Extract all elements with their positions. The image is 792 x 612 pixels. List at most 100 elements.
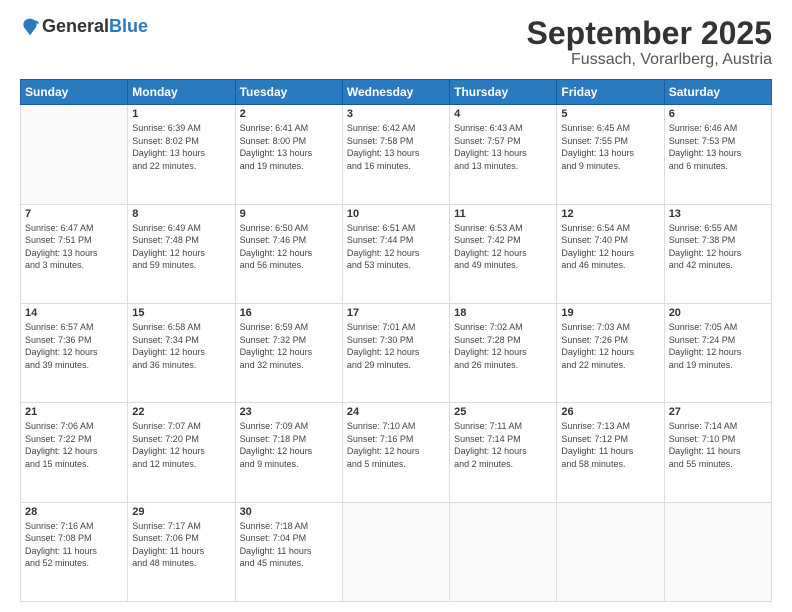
day-number: 26 <box>561 406 659 418</box>
day-number: 19 <box>561 307 659 319</box>
day-number: 22 <box>132 406 230 418</box>
table-row: 19 Sunrise: 7:03 AM Sunset: 7:26 PM Dayli… <box>557 303 664 402</box>
day-info: Sunrise: 6:53 AM Sunset: 7:42 PM Dayligh… <box>454 222 552 272</box>
day-info: Sunrise: 7:10 AM Sunset: 7:16 PM Dayligh… <box>347 420 445 470</box>
calendar-week-0: 1Sunrise: 6:39 AM Sunset: 8:02 PM Daylig… <box>21 105 772 204</box>
day-info: Sunrise: 6:49 AM Sunset: 7:48 PM Dayligh… <box>132 222 230 272</box>
table-row: 25 Sunrise: 7:11 AM Sunset: 7:14 PM Dayli… <box>450 403 557 502</box>
table-row: 4Sunrise: 6:43 AM Sunset: 7:57 PM Daylig… <box>450 105 557 204</box>
table-row: 20 Sunrise: 7:05 AM Sunset: 7:24 PM Dayli… <box>664 303 771 402</box>
day-info: Sunrise: 7:11 AM Sunset: 7:14 PM Dayligh… <box>454 420 552 470</box>
calendar-table: Sunday Monday Tuesday Wednesday Thursday… <box>20 79 772 602</box>
day-info: Sunrise: 6:41 AM Sunset: 8:00 PM Dayligh… <box>240 122 338 172</box>
table-row: 1Sunrise: 6:39 AM Sunset: 8:02 PM Daylig… <box>128 105 235 204</box>
col-friday: Friday <box>557 80 664 105</box>
month-title: September 2025 <box>527 16 772 51</box>
day-number: 16 <box>240 307 338 319</box>
day-info: Sunrise: 6:39 AM Sunset: 8:02 PM Dayligh… <box>132 122 230 172</box>
day-number: 17 <box>347 307 445 319</box>
table-row: 3 Sunrise: 6:42 AM Sunset: 7:58 PM Daylig… <box>342 105 449 204</box>
day-number: 11 <box>454 208 552 220</box>
day-info: Sunrise: 7:06 AM Sunset: 7:22 PM Dayligh… <box>25 420 123 470</box>
table-row: 24 Sunrise: 7:10 AM Sunset: 7:16 PM Dayli… <box>342 403 449 502</box>
table-row: 18 Sunrise: 7:02 AM Sunset: 7:28 PM Dayli… <box>450 303 557 402</box>
day-info: Sunrise: 7:13 AM Sunset: 7:12 PM Dayligh… <box>561 420 659 470</box>
day-info: Sunrise: 6:47 AM Sunset: 7:51 PM Dayligh… <box>25 222 123 272</box>
col-thursday: Thursday <box>450 80 557 105</box>
day-number: 12 <box>561 208 659 220</box>
table-row: 15 Sunrise: 6:58 AM Sunset: 7:34 PM Dayli… <box>128 303 235 402</box>
day-info: Sunrise: 7:03 AM Sunset: 7:26 PM Dayligh… <box>561 321 659 371</box>
day-info: Sunrise: 6:51 AM Sunset: 7:44 PM Dayligh… <box>347 222 445 272</box>
day-info: Sunrise: 7:02 AM Sunset: 7:28 PM Dayligh… <box>454 321 552 371</box>
day-number: 7 <box>25 208 123 220</box>
table-row: 27Sunrise: 7:14 AM Sunset: 7:10 PM Dayli… <box>664 403 771 502</box>
day-number: 15 <box>132 307 230 319</box>
table-row: 8 Sunrise: 6:49 AM Sunset: 7:48 PM Daylig… <box>128 204 235 303</box>
day-info: Sunrise: 7:09 AM Sunset: 7:18 PM Dayligh… <box>240 420 338 470</box>
table-row: 2Sunrise: 6:41 AM Sunset: 8:00 PM Daylig… <box>235 105 342 204</box>
day-info: Sunrise: 7:01 AM Sunset: 7:30 PM Dayligh… <box>347 321 445 371</box>
table-row: 5 Sunrise: 6:45 AM Sunset: 7:55 PM Daylig… <box>557 105 664 204</box>
table-row: 22Sunrise: 7:07 AM Sunset: 7:20 PM Dayli… <box>128 403 235 502</box>
calendar-week-1: 7 Sunrise: 6:47 AM Sunset: 7:51 PM Daylig… <box>21 204 772 303</box>
day-number: 18 <box>454 307 552 319</box>
logo-text: GeneralBlue <box>42 16 148 37</box>
table-row: 9Sunrise: 6:50 AM Sunset: 7:46 PM Daylig… <box>235 204 342 303</box>
table-row: 13Sunrise: 6:55 AM Sunset: 7:38 PM Dayli… <box>664 204 771 303</box>
col-saturday: Saturday <box>664 80 771 105</box>
calendar-header-row: Sunday Monday Tuesday Wednesday Thursday… <box>21 80 772 105</box>
day-number: 30 <box>240 506 338 518</box>
header: GeneralBlue September 2025 Fussach, Vora… <box>20 16 772 69</box>
day-info: Sunrise: 7:16 AM Sunset: 7:08 PM Dayligh… <box>25 520 123 570</box>
col-sunday: Sunday <box>21 80 128 105</box>
table-row: 7 Sunrise: 6:47 AM Sunset: 7:51 PM Daylig… <box>21 204 128 303</box>
location-title: Fussach, Vorarlberg, Austria <box>527 51 772 69</box>
day-number: 6 <box>669 108 767 120</box>
day-info: Sunrise: 6:58 AM Sunset: 7:34 PM Dayligh… <box>132 321 230 371</box>
day-info: Sunrise: 6:42 AM Sunset: 7:58 PM Dayligh… <box>347 122 445 172</box>
day-number: 9 <box>240 208 338 220</box>
table-row: 29Sunrise: 7:17 AM Sunset: 7:06 PM Dayli… <box>128 502 235 601</box>
day-number: 3 <box>347 108 445 120</box>
logo-icon <box>20 17 40 37</box>
title-block: September 2025 Fussach, Vorarlberg, Aust… <box>527 16 772 69</box>
day-info: Sunrise: 6:43 AM Sunset: 7:57 PM Dayligh… <box>454 122 552 172</box>
table-row: 11 Sunrise: 6:53 AM Sunset: 7:42 PM Dayli… <box>450 204 557 303</box>
calendar-week-2: 14Sunrise: 6:57 AM Sunset: 7:36 PM Dayli… <box>21 303 772 402</box>
day-info: Sunrise: 6:45 AM Sunset: 7:55 PM Dayligh… <box>561 122 659 172</box>
table-row <box>557 502 664 601</box>
day-number: 13 <box>669 208 767 220</box>
day-number: 24 <box>347 406 445 418</box>
day-number: 20 <box>669 307 767 319</box>
page: GeneralBlue September 2025 Fussach, Vora… <box>0 0 792 612</box>
day-info: Sunrise: 7:18 AM Sunset: 7:04 PM Dayligh… <box>240 520 338 570</box>
table-row: 23 Sunrise: 7:09 AM Sunset: 7:18 PM Dayli… <box>235 403 342 502</box>
day-info: Sunrise: 6:54 AM Sunset: 7:40 PM Dayligh… <box>561 222 659 272</box>
day-info: Sunrise: 7:14 AM Sunset: 7:10 PM Dayligh… <box>669 420 767 470</box>
logo: GeneralBlue <box>20 16 148 37</box>
table-row <box>450 502 557 601</box>
day-number: 5 <box>561 108 659 120</box>
table-row: 14Sunrise: 6:57 AM Sunset: 7:36 PM Dayli… <box>21 303 128 402</box>
table-row: 6 Sunrise: 6:46 AM Sunset: 7:53 PM Daylig… <box>664 105 771 204</box>
day-number: 25 <box>454 406 552 418</box>
day-number: 8 <box>132 208 230 220</box>
table-row <box>342 502 449 601</box>
day-number: 14 <box>25 307 123 319</box>
table-row <box>664 502 771 601</box>
day-number: 21 <box>25 406 123 418</box>
table-row: 28 Sunrise: 7:16 AM Sunset: 7:08 PM Dayli… <box>21 502 128 601</box>
day-number: 23 <box>240 406 338 418</box>
day-info: Sunrise: 6:59 AM Sunset: 7:32 PM Dayligh… <box>240 321 338 371</box>
table-row: 21 Sunrise: 7:06 AM Sunset: 7:22 PM Dayli… <box>21 403 128 502</box>
col-wednesday: Wednesday <box>342 80 449 105</box>
day-info: Sunrise: 6:46 AM Sunset: 7:53 PM Dayligh… <box>669 122 767 172</box>
col-tuesday: Tuesday <box>235 80 342 105</box>
col-monday: Monday <box>128 80 235 105</box>
day-number: 28 <box>25 506 123 518</box>
day-info: Sunrise: 7:05 AM Sunset: 7:24 PM Dayligh… <box>669 321 767 371</box>
table-row: 10Sunrise: 6:51 AM Sunset: 7:44 PM Dayli… <box>342 204 449 303</box>
table-row <box>21 105 128 204</box>
table-row: 17 Sunrise: 7:01 AM Sunset: 7:30 PM Dayli… <box>342 303 449 402</box>
